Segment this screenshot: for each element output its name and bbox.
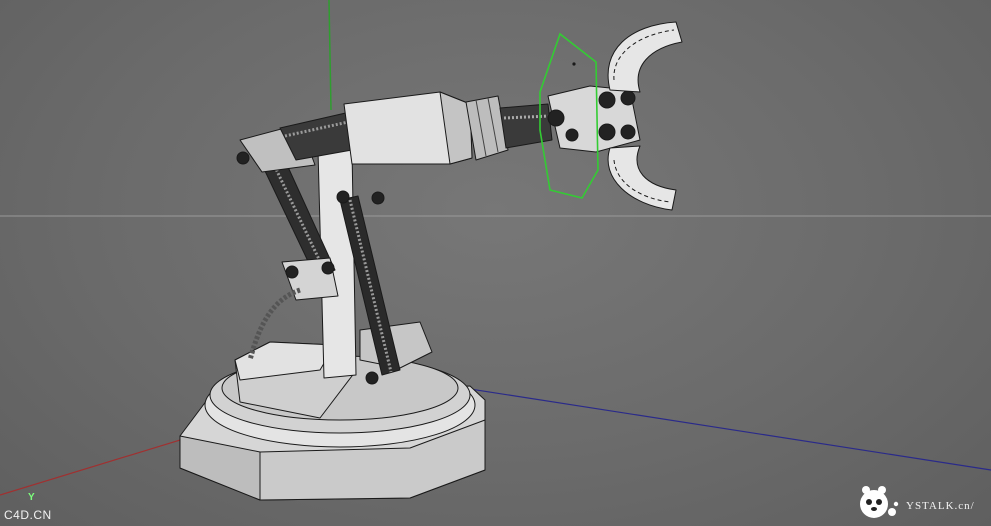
robot-arm-model[interactable] [179, 21, 683, 501]
watermark-right: YSTALK.cn/ [906, 500, 975, 512]
gripper-claw-upper[interactable] [607, 21, 683, 93]
viewport-scene[interactable] [0, 0, 991, 526]
mascot-logo-icon [860, 486, 899, 518]
3d-viewport[interactable]: Y C4D.CN YSTALK.cn/ [0, 0, 991, 526]
wrist-shaft[interactable] [499, 103, 553, 149]
y-axis-line [328, 0, 332, 111]
axis-y-label: Y [28, 492, 35, 503]
wrist-coupling[interactable] [465, 95, 509, 161]
gripper-claw-lower[interactable] [607, 145, 677, 211]
watermark-left: C4D.CN [4, 508, 52, 522]
